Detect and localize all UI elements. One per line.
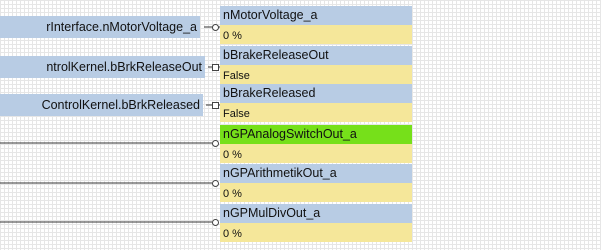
watch-box-analog-switch-out[interactable]: nGPAnalogSwitchOut_a 0 % bbox=[220, 125, 412, 163]
connection-pin-4[interactable] bbox=[212, 140, 219, 147]
connection-pin-3[interactable] bbox=[212, 102, 219, 109]
watch-name: nGPArithmetikOut_a bbox=[220, 164, 412, 183]
watch-value: False bbox=[220, 103, 412, 122]
watch-box-motor-voltage[interactable]: nMotorVoltage_a 0 % bbox=[220, 6, 412, 44]
watch-name: nGPAnalogSwitchOut_a bbox=[220, 125, 412, 144]
watch-value: 0 % bbox=[220, 144, 412, 163]
watch-name: nMotorVoltage_a bbox=[220, 6, 412, 25]
watch-value: 0 % bbox=[220, 183, 412, 202]
watch-box-brake-released[interactable]: bBrakeReleased False bbox=[220, 84, 412, 122]
watch-name: bBrakeReleaseOut bbox=[220, 46, 412, 65]
watch-value: False bbox=[220, 65, 412, 84]
connection-pin-6[interactable] bbox=[212, 219, 219, 226]
source-label-brk-release-out[interactable]: ntrolKernel.bBrkReleaseOut bbox=[0, 56, 205, 78]
watch-box-mul-div-out[interactable]: nGPMulDivOut_a 0 % bbox=[220, 204, 412, 242]
watch-box-brake-release-out[interactable]: bBrakeReleaseOut False bbox=[220, 46, 412, 84]
watch-value: 0 % bbox=[220, 223, 412, 242]
watch-value: 0 % bbox=[220, 25, 412, 44]
source-label-brk-released[interactable]: ControlKernel.bBrkReleased bbox=[0, 94, 203, 116]
watch-box-arithmetik-out[interactable]: nGPArithmetikOut_a 0 % bbox=[220, 164, 412, 202]
connection-pin-1[interactable] bbox=[212, 24, 219, 31]
watch-name: nGPMulDivOut_a bbox=[220, 204, 412, 223]
watch-name: bBrakeReleased bbox=[220, 84, 412, 103]
source-label-motor-voltage[interactable]: rInterface.nMotorVoltage_a bbox=[0, 16, 200, 38]
function-block-diagram-canvas[interactable]: rInterface.nMotorVoltage_a ntrolKernel.b… bbox=[0, 0, 601, 250]
connection-pin-2[interactable] bbox=[212, 64, 219, 71]
connection-pin-5[interactable] bbox=[212, 180, 219, 187]
